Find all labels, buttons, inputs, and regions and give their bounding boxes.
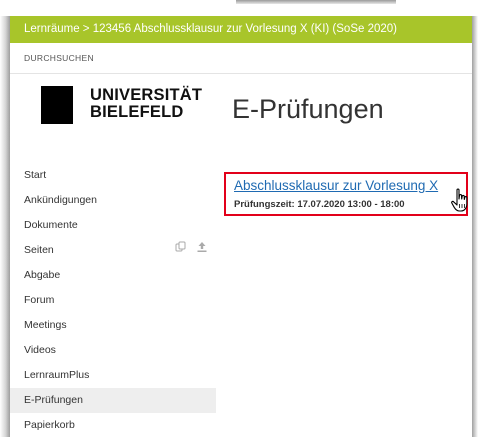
logo-mark bbox=[41, 86, 73, 124]
copy-icon[interactable] bbox=[175, 238, 187, 263]
sidebar-item-label: Abgabe bbox=[24, 269, 61, 281]
sidebar-item-pages[interactable]: Seiten bbox=[10, 238, 216, 263]
sidebar-item-actions bbox=[175, 238, 208, 263]
sidebar-item-label: Start bbox=[24, 169, 47, 181]
hand-pointer-icon bbox=[450, 188, 472, 214]
paper-shadow-left bbox=[0, 16, 10, 437]
sidebar-item-label: Forum bbox=[24, 294, 55, 306]
page-title: E-Prüfungen bbox=[232, 94, 384, 124]
sidebar-item-label: Papierkorb bbox=[24, 419, 75, 431]
sidebar-item-announcements[interactable]: Ankündigungen bbox=[10, 188, 216, 213]
sidebar-item-meetings[interactable]: Meetings bbox=[10, 313, 216, 338]
sidebar-item-documents[interactable]: Dokumente bbox=[10, 213, 216, 238]
logo-text-line2: BIELEFELD bbox=[90, 103, 184, 121]
sidebar-item-lernraumplus[interactable]: LernraumPlus bbox=[10, 363, 216, 388]
header-divider bbox=[10, 73, 472, 74]
university-logo[interactable]: UNIVERSITÄT BIELEFELD bbox=[41, 86, 221, 126]
upload-icon[interactable] bbox=[196, 238, 208, 263]
paper-shadow-top bbox=[236, 0, 396, 4]
sidebar-item-label: LernraumPlus bbox=[24, 369, 90, 381]
browse-menu[interactable]: DURCHSUCHEN bbox=[24, 53, 94, 63]
sidebar-item-forum[interactable]: Forum bbox=[10, 288, 216, 313]
sidebar-item-label: Videos bbox=[24, 344, 56, 356]
sidebar-nav: Start Ankündigungen Dokumente Seiten Abg… bbox=[10, 163, 216, 437]
sidebar-item-submission[interactable]: Abgabe bbox=[10, 263, 216, 288]
screenshot-stage: Lernräume > 123456 Abschlussklausur zur … bbox=[0, 0, 478, 437]
sidebar-item-label: Seiten bbox=[24, 244, 54, 256]
sidebar-item-videos[interactable]: Videos bbox=[10, 338, 216, 363]
exam-card: Abschlussklausur zur Vorlesung X Prüfung… bbox=[224, 172, 468, 216]
sidebar-item-label: Meetings bbox=[24, 319, 67, 331]
breadcrumb-bar[interactable]: Lernräume > 123456 Abschlussklausur zur … bbox=[10, 16, 472, 43]
paper-shadow-right bbox=[472, 16, 478, 437]
sidebar-item-trash[interactable]: Papierkorb bbox=[10, 413, 216, 437]
exam-title-link[interactable]: Abschlussklausur zur Vorlesung X bbox=[234, 178, 438, 193]
exam-time: Prüfungszeit: 17.07.2020 13:00 - 18:00 bbox=[234, 199, 405, 210]
sidebar-item-label: Dokumente bbox=[24, 219, 78, 231]
browser-window: Lernräume > 123456 Abschlussklausur zur … bbox=[10, 16, 472, 437]
sidebar-item-label: Ankündigungen bbox=[24, 194, 97, 206]
sidebar-item-e-exams[interactable]: E-Prüfungen bbox=[10, 388, 216, 413]
sidebar-item-start[interactable]: Start bbox=[10, 163, 216, 188]
sidebar-item-label: E-Prüfungen bbox=[24, 394, 83, 406]
